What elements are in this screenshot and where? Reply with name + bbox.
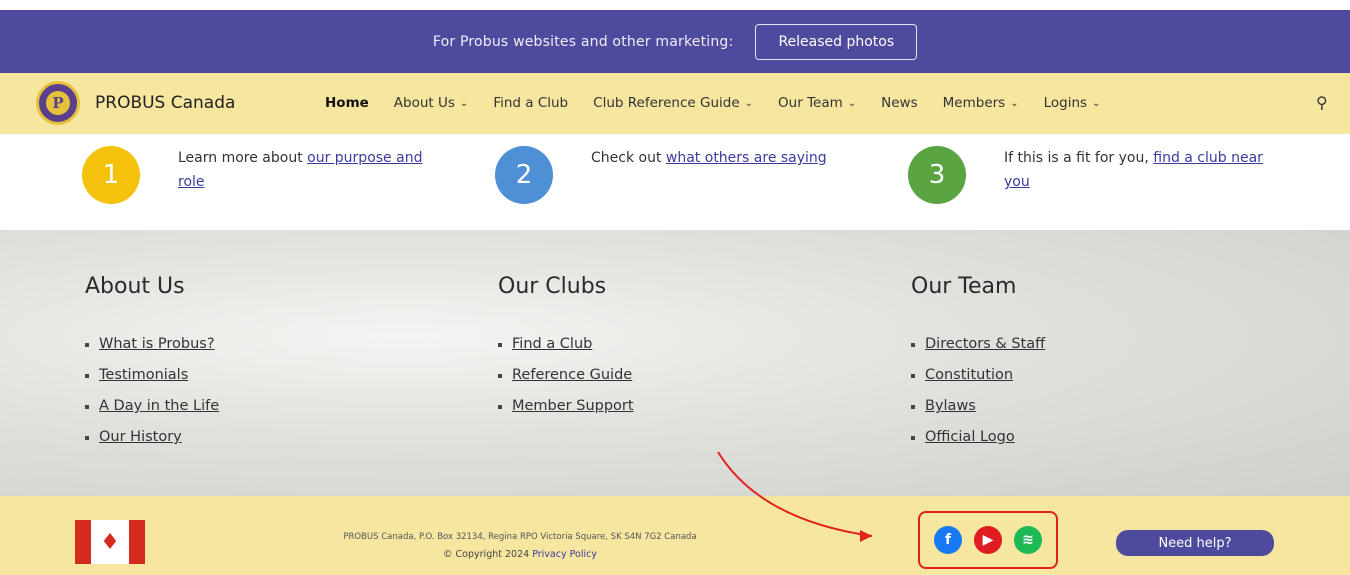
footer-link-label: Reference Guide (512, 367, 633, 383)
copyright-text: © Copyright 2024 (443, 549, 530, 560)
social-links: f ▶ ≋ (918, 511, 1058, 569)
step-text: Check out what others are saying (591, 146, 861, 204)
step-number-badge: 2 (495, 146, 553, 204)
logo-letter: P (46, 91, 70, 115)
footer-link-label: Official Logo (925, 429, 1015, 445)
nav-item-about-us[interactable]: About Us ⌄ (394, 95, 469, 111)
privacy-policy-link[interactable]: Privacy Policy (532, 549, 597, 560)
footer-bottom: ♦ PROBUS Canada, P.O. Box 32134, Regina … (0, 496, 1350, 575)
chevron-down-icon: ⌄ (744, 97, 754, 109)
nav-item-club-reference-guide[interactable]: Club Reference Guide ⌄ (593, 95, 753, 111)
nav-item-logins[interactable]: Logins ⌄ (1044, 95, 1101, 111)
step-text-prefix: Check out (591, 150, 666, 166)
footer-link[interactable]: Testimonials (85, 360, 219, 391)
bullet-icon (85, 342, 89, 347)
spotify-icon[interactable]: ≋ (1014, 526, 1042, 554)
footer-link[interactable]: Directors & Staff (911, 329, 1045, 360)
bullet-icon (498, 342, 502, 347)
top-announcement-bar: For Probus websites and other marketing:… (0, 10, 1350, 73)
step-text: If this is a fit for you, find a club ne… (1004, 146, 1274, 204)
chevron-down-icon: ⌄ (847, 97, 857, 109)
announcement-text: For Probus websites and other marketing: (432, 33, 734, 50)
footer-column-our-team: Our Team Directors & Staff Constitution Byl… (911, 274, 1045, 453)
chevron-down-icon: ⌄ (1092, 97, 1101, 109)
step-1: 1 Learn more about our purpose and role (82, 146, 448, 204)
bullet-icon (498, 404, 502, 409)
footer-link[interactable]: Reference Guide (498, 360, 634, 391)
chevron-down-icon: ⌄ (1010, 97, 1019, 109)
footer-copyright: © Copyright 2024 Privacy Policy (290, 549, 750, 560)
nav-menu: Home About Us ⌄ Find a Club Club Reference G… (325, 95, 1125, 111)
nav-item-news[interactable]: News (881, 95, 917, 111)
bullet-icon (85, 404, 89, 409)
nav-item-label: News (881, 95, 918, 111)
step-text-prefix: If this is a fit for you, (1004, 150, 1154, 166)
footer-column-title: Our Clubs (498, 274, 607, 299)
footer-link[interactable]: Bylaws (911, 391, 1045, 422)
bullet-icon (85, 435, 89, 440)
bullet-icon (911, 404, 915, 409)
site-name[interactable]: PROBUS Canada (95, 93, 235, 113)
footer-link-label: What is Probus? (99, 336, 215, 352)
nav-item-label: Home (325, 95, 369, 111)
footer-link[interactable]: What is Probus? (85, 329, 219, 360)
bullet-icon (911, 342, 915, 347)
footer-link-label: Bylaws (925, 398, 976, 414)
probus-logo[interactable]: P (36, 81, 80, 125)
bullet-icon (85, 373, 89, 378)
youtube-icon[interactable]: ▶ (974, 526, 1002, 554)
footer-link[interactable]: Member Support (498, 391, 634, 422)
footer-column-title: Our Team (911, 274, 1017, 299)
footer-link-list: Find a Club Reference Guide Member Support (498, 329, 634, 422)
footer-column-title: About Us (85, 274, 185, 299)
search-icon[interactable]: ⚲ (1316, 93, 1328, 112)
step-text-prefix: Learn more about (178, 150, 308, 166)
step-number-badge: 3 (908, 146, 966, 204)
nav-item-our-team[interactable]: Our Team ⌄ (778, 95, 856, 111)
nav-item-label: Our Team (778, 95, 843, 111)
released-photos-button[interactable]: Released photos (755, 23, 918, 60)
footer-link-label: A Day in the Life (99, 398, 220, 414)
footer-link-label: Constitution (925, 367, 1014, 383)
facebook-icon[interactable]: f (934, 526, 962, 554)
footer-link-label: Find a Club (512, 336, 593, 352)
footer-link-label: Testimonials (99, 367, 189, 383)
step-3: 3 If this is a fit for you, find a club n… (908, 146, 1274, 204)
bullet-icon (911, 435, 915, 440)
step-2: 2 Check out what others are saying (495, 146, 861, 204)
step-number-badge: 1 (82, 146, 140, 204)
need-help-button[interactable]: Need help? (1116, 530, 1274, 556)
nav-item-home[interactable]: Home (325, 95, 369, 111)
nav-item-find-a-club[interactable]: Find a Club (493, 95, 568, 111)
bullet-icon (911, 373, 915, 378)
footer-link[interactable]: Our History (85, 422, 219, 453)
nav-item-label: Find a Club (493, 95, 569, 111)
footer-link-list: What is Probus? Testimonials A Day in the … (85, 329, 219, 453)
footer-link[interactable]: Find a Club (498, 329, 634, 360)
nav-item-label: Members (942, 95, 1006, 111)
nav-item-label: About Us (393, 95, 455, 111)
footer-address: PROBUS Canada, P.O. Box 32134, Regina RP… (343, 532, 697, 542)
bullet-icon (498, 373, 502, 378)
footer-links: About Us What is Probus? Testimonials A Day… (0, 230, 1350, 496)
nav-item-label: Club Reference Guide (593, 95, 740, 111)
canada-flag-icon: ♦ (75, 520, 145, 564)
main-navigation: P PROBUS Canada Home About Us ⌄ Find a Club… (0, 73, 1350, 134)
footer-column-about-us: About Us What is Probus? Testimonials A Day… (85, 274, 219, 453)
footer-link-label: Our History (99, 429, 182, 445)
nav-item-members[interactable]: Members ⌄ (943, 95, 1019, 111)
footer-column-our-clubs: Our Clubs Find a Club Reference Guide Membe… (498, 274, 634, 422)
step-link[interactable]: what others are saying (666, 150, 827, 166)
steps-section: 1 Learn more about our purpose and role 2 C… (0, 134, 1350, 230)
footer-link-label: Member Support (512, 398, 634, 414)
chevron-down-icon: ⌄ (459, 97, 469, 109)
step-text: Learn more about our purpose and role (178, 146, 448, 204)
footer-link[interactable]: Constitution (911, 360, 1045, 391)
footer-link[interactable]: A Day in the Life (85, 391, 219, 422)
footer-link-label: Directors & Staff (925, 336, 1046, 352)
footer-link-list: Directors & Staff Constitution Bylaws Offic… (911, 329, 1045, 453)
nav-item-label: Logins (1043, 95, 1088, 111)
footer-link[interactable]: Official Logo (911, 422, 1045, 453)
